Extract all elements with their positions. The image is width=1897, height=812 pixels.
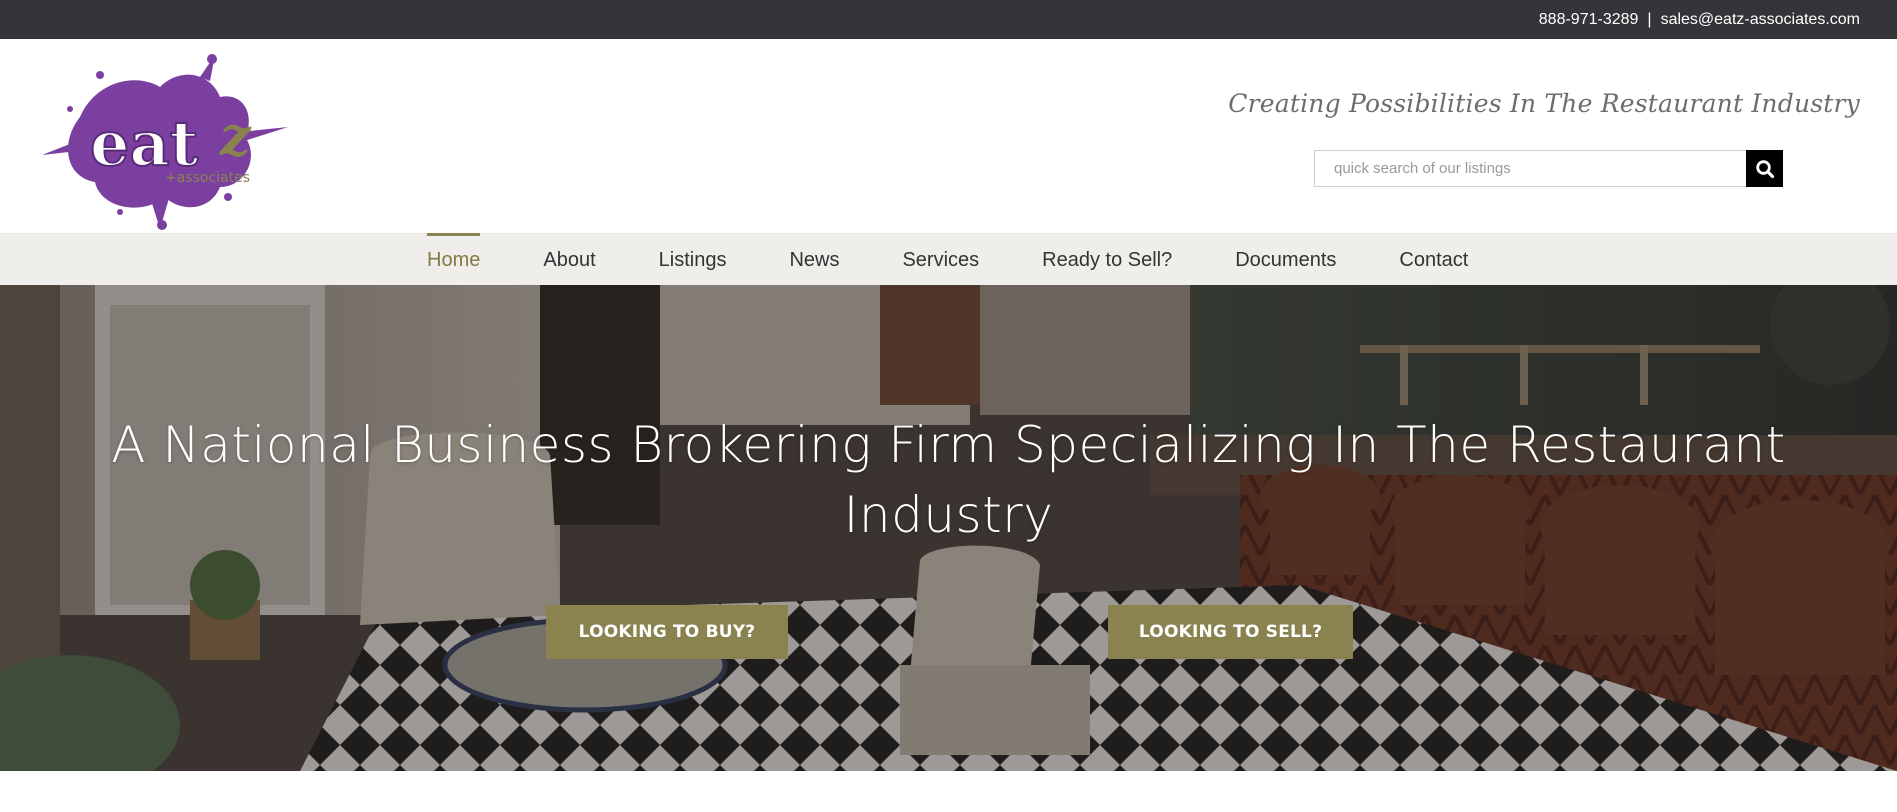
nav-item-ready-to-sell[interactable]: Ready to Sell? bbox=[1042, 234, 1172, 286]
looking-to-sell-button[interactable]: LOOKING TO SELL? bbox=[1108, 605, 1353, 659]
site-logo[interactable]: eat z +associates bbox=[40, 47, 310, 232]
hero-banner: A National Business Brokering Firm Speci… bbox=[0, 285, 1897, 771]
nav-item-home[interactable]: Home bbox=[427, 233, 481, 286]
search-input[interactable] bbox=[1314, 150, 1746, 187]
site-header: eat z +associates Creating Possibilities… bbox=[0, 39, 1897, 233]
nav-item-about[interactable]: About bbox=[543, 234, 595, 286]
contact-separator: | bbox=[1647, 10, 1652, 28]
hero-heading-line2: Industry bbox=[843, 486, 1054, 544]
email-link[interactable]: sales@eatz-associates.com bbox=[1661, 11, 1860, 29]
main-nav: Home About Listings News Services Ready … bbox=[0, 233, 1897, 285]
site-tagline: Creating Possibilities In The Restaurant… bbox=[1228, 89, 1860, 118]
search-button[interactable] bbox=[1746, 150, 1783, 187]
nav-item-services[interactable]: Services bbox=[902, 234, 979, 286]
hero-heading: A National Business Brokering Firm Speci… bbox=[100, 410, 1797, 550]
svg-text:z: z bbox=[219, 104, 252, 168]
search-icon bbox=[1755, 159, 1774, 178]
nav-list: Home About Listings News Services Ready … bbox=[427, 233, 1531, 286]
nav-item-documents[interactable]: Documents bbox=[1235, 234, 1336, 286]
svg-text:+associates: +associates bbox=[165, 170, 250, 186]
nav-item-contact[interactable]: Contact bbox=[1399, 234, 1468, 286]
nav-item-news[interactable]: News bbox=[789, 234, 839, 286]
nav-item-listings[interactable]: Listings bbox=[659, 234, 727, 286]
listing-search-form bbox=[1314, 150, 1783, 187]
top-contact-bar: 888-971-3289 | sales@eatz-associates.com bbox=[0, 0, 1897, 39]
looking-to-buy-button[interactable]: LOOKING TO BUY? bbox=[546, 605, 788, 659]
hero-heading-line1: A National Business Brokering Firm Speci… bbox=[111, 416, 1786, 474]
phone-link[interactable]: 888-971-3289 bbox=[1539, 11, 1639, 29]
eatz-logo-splat: eat z +associates bbox=[42, 54, 288, 230]
